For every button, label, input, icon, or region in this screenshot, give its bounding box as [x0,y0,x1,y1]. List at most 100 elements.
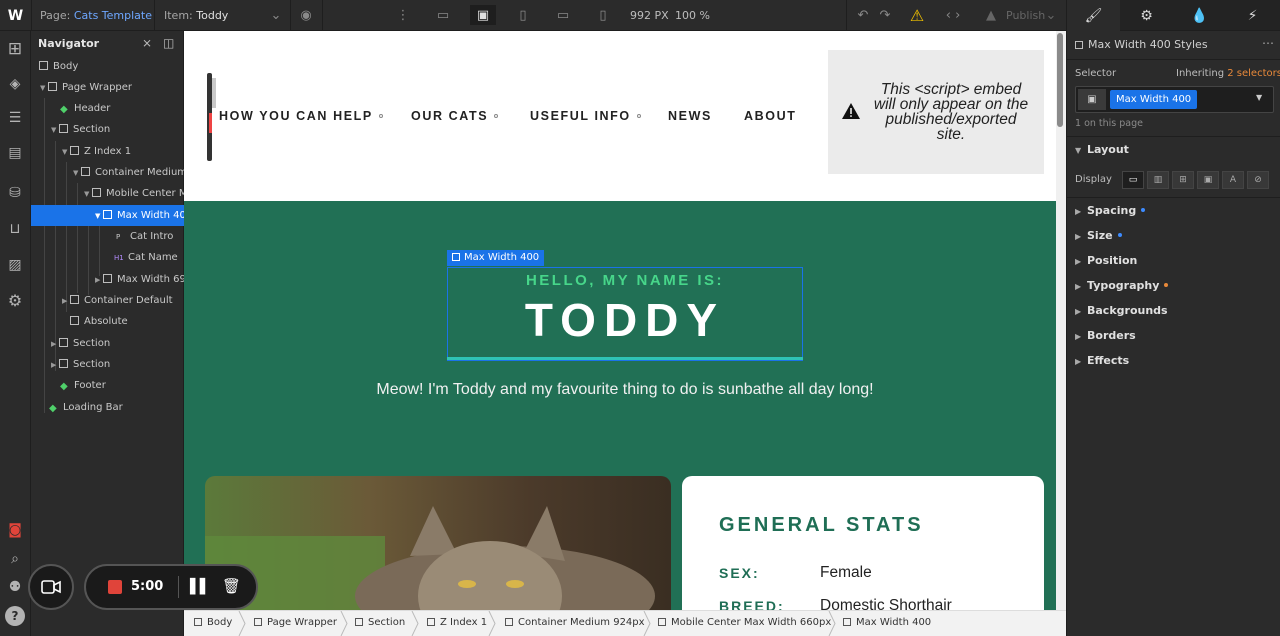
breadcrumb-item[interactable]: Mobile Center Max Width 660px [658,617,831,628]
nav-item-max-width-694[interactable]: ▶ Max Width 694 [31,269,184,290]
caret-down-icon[interactable]: ▼ [62,142,70,162]
nav-item-header[interactable]: ◆ Header [31,98,184,119]
site-header[interactable]: HOW YOU CAN HELP OUR CATS USEFUL INFO NE… [184,31,1056,201]
nav-item-mobile-center[interactable]: ▼ Mobile Center M [31,183,184,204]
nav-item-cat-name[interactable]: H1 Cat Name [31,247,184,268]
selector-chip[interactable]: Max Width 400 [1110,90,1198,109]
caret-down-icon[interactable]: ▼ [40,78,48,98]
layout-section-header[interactable]: ▼ Layout [1075,143,1129,156]
display-inline-button[interactable]: A [1222,171,1244,189]
display-flex-button[interactable]: ▥ [1147,171,1169,189]
spacing-section-header[interactable]: ▶ Spacing [1075,204,1146,217]
add-panel-icon[interactable]: ⊞ [5,39,25,59]
nav-item-loading-bar[interactable]: ◆ Loading Bar [31,397,184,418]
nav-link-useful-info[interactable]: USEFUL INFO [530,109,641,123]
search-icon[interactable]: ⌕ [5,549,25,569]
breadcrumb-item-current[interactable]: Max Width 400 [843,617,931,628]
recorder-camera-button[interactable] [28,564,74,610]
nav-item-page-wrapper[interactable]: ▼ Page Wrapper [31,77,184,98]
ecommerce-cart-icon[interactable]: ⊔ [5,219,25,239]
site-logo-icon[interactable] [204,73,220,163]
nav-item-body[interactable]: Body [31,56,184,77]
caret-down-icon[interactable]: ▼ [84,184,92,204]
nav-link-our-cats[interactable]: OUR CATS [411,109,499,123]
size-section-header[interactable]: ▶ Size [1075,229,1122,242]
redo-icon[interactable]: ↷ [874,5,896,25]
selected-element-label[interactable]: Max Width 400 [447,250,545,266]
borders-section-header[interactable]: ▶ Borders [1075,329,1136,342]
display-grid-button[interactable]: ⊞ [1172,171,1194,189]
script-embed-placeholder[interactable]: This <script> embed will only appear on … [828,50,1044,174]
display-inline-block-button[interactable]: ▣ [1197,171,1219,189]
nav-item-section[interactable]: ▶ Section [31,354,184,375]
caret-right-icon[interactable]: ▶ [51,355,59,375]
warning-icon[interactable]: ⚠ [906,5,928,25]
caret-right-icon[interactable]: ▶ [62,291,70,311]
style-brush-icon[interactable]: 🖌 [1067,0,1120,31]
pause-icon[interactable]: ▌▌ [190,579,211,595]
design-canvas[interactable]: HOW YOU CAN HELP OUR CATS USEFUL INFO NE… [184,31,1056,610]
mobile-landscape-icon[interactable]: ▭ [552,5,574,25]
zoom-level[interactable]: 100 % [675,9,710,22]
scrollbar-thumb[interactable] [1057,33,1063,127]
caret-right-icon[interactable]: ▶ [51,334,59,354]
breadcrumb-item[interactable]: Body [194,617,232,628]
page-selector[interactable]: Page: Cats Template [40,9,152,22]
nav-link-news[interactable]: NEWS [668,109,712,123]
style-manager-drops-icon[interactable]: 💧 [1173,0,1226,31]
effects-section-header[interactable]: ▶ Effects [1075,354,1129,367]
help-icon[interactable]: ? [5,606,25,626]
nav-item-section[interactable]: ▼ Section [31,119,184,140]
nav-item-footer[interactable]: ◆ Footer [31,375,184,396]
nav-item-container-default[interactable]: ▶ Container Default [31,290,184,311]
nav-link-about[interactable]: ABOUT [744,109,796,123]
nav-item-z-index-1[interactable]: ▼ Z Index 1 [31,141,184,162]
caret-down-icon[interactable]: ▼ [1256,93,1262,102]
mobile-portrait-icon[interactable]: ▯ [592,5,614,25]
inheriting-selectors-link[interactable]: 2 selectors [1227,68,1280,79]
typography-section-header[interactable]: ▶ Typography [1075,279,1169,292]
caret-right-icon[interactable]: ▶ [95,270,103,290]
backgrounds-section-header[interactable]: ▶ Backgrounds [1075,304,1168,317]
item-selector[interactable]: Item: Toddy [164,9,228,22]
webflow-logo[interactable]: W [0,0,31,31]
nav-item-container-medium[interactable]: ▼ Container Medium [31,162,184,183]
more-options-icon[interactable]: ⋯ [1262,36,1274,50]
navigator-icon[interactable]: ☰ [5,108,25,128]
breadcrumb-item[interactable]: Section [355,617,405,628]
code-export-icon[interactable]: ‹ › [942,5,964,25]
nav-item-max-width-400[interactable]: ▼ Max Width 400 [31,205,184,226]
breadcrumb-item[interactable]: Container Medium 924px [505,617,645,628]
assets-image-icon[interactable]: ▨ [5,255,25,275]
breadcrumb-item[interactable]: Page Wrapper [254,617,337,628]
cms-database-icon[interactable]: ⛁ [5,183,25,203]
more-options-icon[interactable]: ⋮ [392,5,414,25]
display-none-button[interactable]: ⊘ [1247,171,1269,189]
cat-photo[interactable] [205,476,671,610]
symbols-cube-icon[interactable]: ◈ [5,74,25,94]
eye-preview-icon[interactable]: ◉ [295,5,317,25]
record-icon[interactable]: ◙ [5,520,25,540]
caret-down-icon[interactable]: ▼ [51,120,59,140]
chevron-down-icon[interactable]: ⌄ [1040,5,1062,25]
tablet-icon[interactable]: ▯ [512,5,534,25]
interactions-bolt-icon[interactable]: ⚡ [1226,0,1279,31]
selector-field[interactable]: ▣ Max Width 400 ▼ [1075,86,1274,113]
settings-gear-icon[interactable]: ⚙ [1120,0,1173,31]
trash-icon[interactable]: 🗑 [222,577,241,595]
position-section-header[interactable]: ▶ Position [1075,254,1137,267]
cat-name-heading[interactable]: TODDY [447,293,803,347]
caret-down-icon[interactable]: ▼ [73,163,81,183]
cat-intro-heading[interactable]: HELLO, MY NAME IS: [447,272,803,289]
display-block-button[interactable]: ▭ [1122,171,1144,189]
desktop-large-icon[interactable]: ▭ [431,5,455,25]
selector-state-icon[interactable]: ▣ [1078,89,1106,110]
cat-intro-paragraph[interactable]: Meow! I'm Toddy and my favourite thing t… [184,381,1056,399]
breadcrumb-item[interactable]: Z Index 1 [427,617,487,628]
collapse-icon[interactable]: ⨯ [142,36,152,50]
users-icon[interactable]: ⚉ [5,577,25,597]
general-stats-card[interactable]: GENERAL STATS SEX: Female BREED: Domesti… [682,476,1044,610]
nav-item-cat-intro[interactable]: P Cat Intro [31,226,184,247]
nav-item-section[interactable]: ▶ Section [31,333,184,354]
nav-link-how-you-can-help[interactable]: HOW YOU CAN HELP [219,109,383,123]
